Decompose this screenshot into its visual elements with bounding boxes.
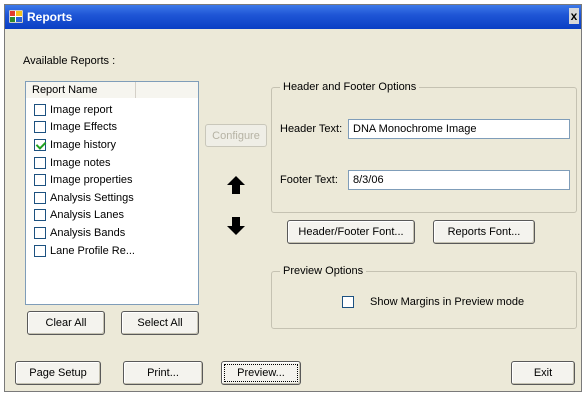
header-text-field[interactable]: DNA Monochrome Image	[348, 119, 570, 139]
list-item[interactable]: Image notes	[26, 154, 198, 172]
header-footer-font-button[interactable]: Header/Footer Font...	[287, 220, 415, 244]
list-item[interactable]: Image Effects	[26, 119, 198, 137]
list-item[interactable]: Analysis Lanes	[26, 207, 198, 225]
list-item[interactable]: Analysis Settings	[26, 189, 198, 207]
list-item[interactable]: Analysis Bands	[26, 224, 198, 242]
title-bar[interactable]: Reports x	[5, 5, 581, 29]
report-item-label: Analysis Lanes	[50, 209, 124, 222]
report-checkbox[interactable]	[34, 244, 46, 257]
report-checkbox[interactable]	[34, 156, 46, 169]
footer-text-label: Footer Text:	[280, 174, 338, 186]
report-checkbox[interactable]	[34, 209, 46, 222]
report-item-label: Analysis Bands	[50, 226, 126, 239]
window-title: Reports	[27, 10, 73, 24]
clear-all-button[interactable]: Clear All	[27, 311, 105, 335]
select-all-button[interactable]: Select All	[121, 311, 199, 335]
report-checkbox[interactable]	[34, 121, 46, 134]
report-checkbox[interactable]	[34, 103, 46, 116]
report-checkbox[interactable]	[34, 138, 46, 151]
list-item[interactable]: Image history	[26, 136, 198, 154]
list-item[interactable]: Image report	[26, 101, 198, 119]
report-checkbox[interactable]	[34, 174, 46, 187]
exit-button[interactable]: Exit	[511, 361, 575, 385]
print-button[interactable]: Print...	[123, 361, 203, 385]
reports-app-icon	[8, 9, 24, 24]
reports-font-button[interactable]: Reports Font...	[433, 220, 535, 244]
arrow-down-icon[interactable]	[225, 215, 247, 237]
arrow-up-icon[interactable]	[225, 174, 247, 196]
column-header-report-name[interactable]: Report Name	[26, 82, 136, 98]
show-margins-checkbox[interactable]	[342, 296, 354, 308]
report-item-label: Image properties	[50, 174, 133, 187]
list-item[interactable]: Lane Profile Re...	[26, 242, 198, 260]
report-item-label: Image Effects	[50, 121, 118, 134]
report-item-label: Image history	[50, 138, 117, 151]
footer-text-field[interactable]: 8/3/06	[348, 170, 570, 190]
column-header-blank	[136, 82, 198, 98]
report-item-label: Analysis Settings	[50, 191, 134, 204]
close-icon[interactable]: x	[569, 8, 579, 24]
configure-button[interactable]: Configure	[205, 124, 267, 147]
report-item-label: Lane Profile Re...	[50, 244, 135, 257]
list-item[interactable]: Image properties	[26, 171, 198, 189]
page-setup-button[interactable]: Page Setup	[15, 361, 101, 385]
show-margins-label: Show Margins in Preview mode	[370, 296, 525, 308]
preview-options-group: Preview Options Show Margins in Preview …	[271, 265, 577, 329]
header-text-label: Header Text:	[280, 123, 343, 135]
reports-dialog: Reports x Available Reports : Report Nam…	[4, 4, 582, 392]
header-footer-group-title: Header and Footer Options	[280, 81, 420, 93]
report-list[interactable]: Report Name Image report Image Effects Ima…	[25, 81, 199, 305]
report-checkbox[interactable]	[34, 226, 46, 239]
report-item-label: Image report	[50, 103, 113, 116]
report-item-label: Image notes	[50, 156, 111, 169]
available-reports-label: Available Reports :	[23, 55, 116, 67]
report-checkbox[interactable]	[34, 191, 46, 204]
preview-button[interactable]: Preview...	[221, 361, 301, 385]
report-rows: Image report Image Effects Image history Im…	[26, 101, 198, 259]
list-header: Report Name	[26, 82, 198, 98]
header-footer-group: Header and Footer Options Header Text: D…	[271, 81, 577, 213]
preview-options-group-title: Preview Options	[280, 265, 367, 277]
